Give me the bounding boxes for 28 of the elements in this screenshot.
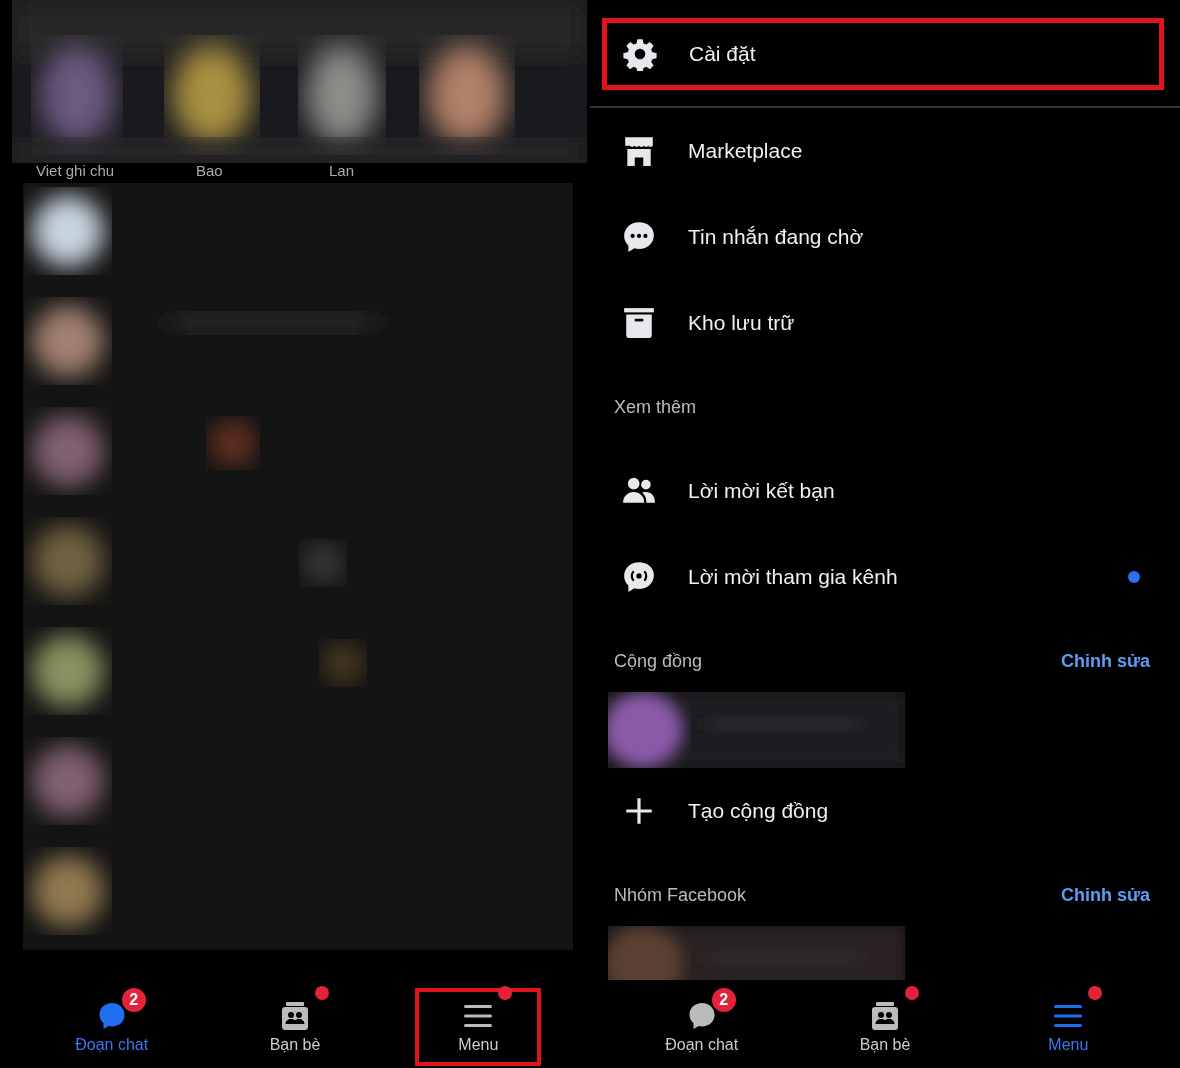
edit-link[interactable]: Chỉnh sửa <box>1060 650 1150 672</box>
menu-item[interactable]: Tin nhắn đang chờ <box>590 194 1180 280</box>
menu-item[interactable]: Lời mời tham gia kênh <box>590 534 1180 620</box>
menu-item[interactable]: Tạo cộng đồng <box>590 768 1180 854</box>
nav-tab[interactable]: 2 Đoạn chat <box>638 988 765 1066</box>
story-label: Bao <box>196 163 224 181</box>
edit-link[interactable]: Chỉnh sửa <box>1060 884 1150 906</box>
chat-icon <box>622 220 656 254</box>
section-title: Xem thêm <box>614 396 697 418</box>
chat-icon <box>622 560 656 594</box>
nav-tab[interactable]: Bạn bè <box>822 988 948 1066</box>
story-label: Lan <box>329 163 355 181</box>
menu-item[interactable]: Kho lưu trữ <box>590 280 1180 366</box>
menu-item[interactable]: Lời mời kết bạn <box>590 448 1180 534</box>
nav-tab[interactable]: Menu <box>1005 988 1132 1066</box>
nav-tab[interactable]: 2 Đoạn chat <box>48 988 175 1066</box>
section-title: Cộng đồng <box>614 650 703 672</box>
settings-icon <box>623 37 657 71</box>
nav-tab[interactable]: Menu <box>415 988 542 1066</box>
section-title: Nhóm Facebook <box>614 884 747 906</box>
story-label: Viet ghi chu <box>36 163 116 181</box>
archive-icon <box>622 306 656 340</box>
menu-item[interactable]: Marketplace <box>590 108 1180 194</box>
friends-icon <box>869 1000 901 1032</box>
settings-item[interactable]: Cài đặt <box>602 18 1164 90</box>
nav-tab[interactable]: Bạn bè <box>232 988 358 1066</box>
friends-icon <box>279 1000 311 1032</box>
store-icon <box>622 134 656 168</box>
